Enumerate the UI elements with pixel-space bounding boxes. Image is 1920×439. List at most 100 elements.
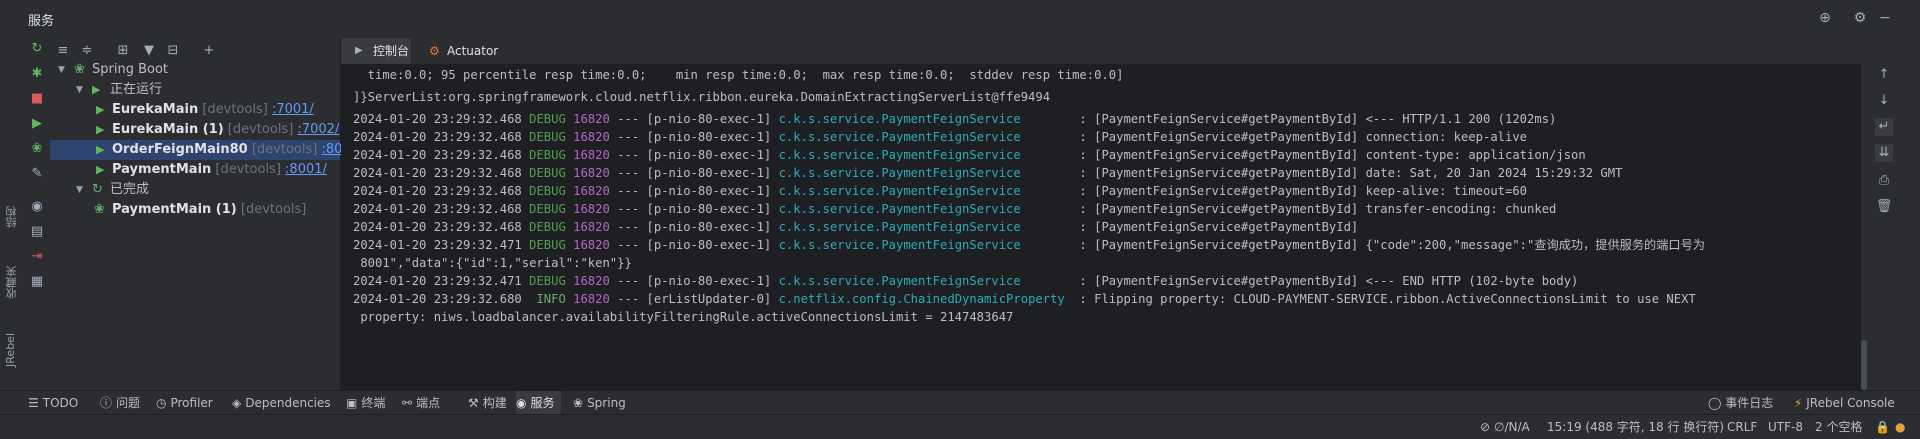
- log-pid: 16820: [565, 202, 610, 216]
- debug-run-icon[interactable]: ❀: [28, 140, 46, 158]
- list-icon: ☰: [28, 396, 39, 410]
- gear-icon[interactable]: ⚙: [1850, 8, 1870, 28]
- bottom-tab-7[interactable]: ⚒ 构建: [468, 391, 513, 415]
- layout-icon[interactable]: ▤: [28, 223, 46, 241]
- stop-icon[interactable]: ■: [28, 90, 46, 108]
- actuator-icon: ⚙: [429, 44, 440, 58]
- group-icon[interactable]: ⊞: [114, 42, 132, 60]
- bottom-tab-1[interactable]: ☰ TODO: [28, 391, 84, 415]
- chevron-down-icon[interactable]: ▼: [76, 80, 83, 100]
- tab-actuator[interactable]: ⚙ Actuator: [423, 38, 503, 64]
- running-icon: ▶: [96, 163, 105, 176]
- tree-node-finished[interactable]: ▼ ↻ 已完成: [50, 180, 340, 200]
- jrebel-console-button[interactable]: ⚡ JRebel Console: [1794, 391, 1895, 415]
- tree-group-label: 已完成: [110, 182, 150, 197]
- status-na[interactable]: ∅/N/A: [1494, 415, 1530, 439]
- tree-item-eurekamain[interactable]: ▶ EurekaMain [devtools] :7001/: [50, 100, 340, 120]
- chevron-down-icon[interactable]: ▼: [76, 180, 83, 200]
- bottom-tab-2[interactable]: ⓘ 问题: [100, 391, 146, 415]
- service-port-link[interactable]: :7002/: [297, 122, 339, 137]
- jrebel-console-label: JRebel Console: [1806, 396, 1895, 410]
- rerun-icon[interactable]: ↻: [28, 40, 46, 58]
- log-message: : [PaymentFeignService#getPaymentById] t…: [1072, 202, 1557, 216]
- tree-node-spring-boot[interactable]: ▼ ❀ Spring Boot: [50, 60, 340, 80]
- tree-item-eurekamain-1[interactable]: ▶ EurekaMain (1) [devtools] :7002/: [50, 120, 340, 140]
- service-port-link[interactable]: :8001/: [285, 162, 327, 177]
- new-tab-icon[interactable]: ⊟: [164, 42, 182, 60]
- wrench-icon[interactable]: ✎: [28, 165, 46, 183]
- log-class: c.k.s.service.PaymentFeignService: [778, 130, 1073, 144]
- log-message: : [PaymentFeignService#getPaymentById] k…: [1072, 184, 1528, 198]
- run-icon: ▶: [92, 83, 101, 96]
- terminal-icon: ▣: [346, 396, 358, 410]
- target-icon[interactable]: ⊕: [1815, 8, 1835, 28]
- tab-console[interactable]: ▶ 控制台: [341, 38, 411, 64]
- tree-item-orderfeignmain80[interactable]: ▶ OrderFeignMain80 [devtools] :80/: [50, 140, 347, 160]
- finished-icon: ↻: [92, 182, 103, 197]
- trash-icon[interactable]: 🗑: [1875, 198, 1893, 216]
- line-separator[interactable]: CRLF: [1727, 415, 1757, 439]
- service-tag: [devtools]: [240, 202, 307, 217]
- log-level: DEBUG: [529, 238, 566, 252]
- run-icon[interactable]: ▶: [28, 115, 46, 133]
- expand-all-icon[interactable]: ≡: [54, 42, 72, 60]
- add-service-icon[interactable]: +: [200, 42, 218, 60]
- tree-item-paymentmain-1[interactable]: ❀ PaymentMain (1) [devtools]: [50, 200, 340, 220]
- log-level: DEBUG: [529, 148, 566, 162]
- tool-window-title-bar: 服务 ⊕ ⚙ −: [0, 0, 1920, 39]
- log-thread: --- [p-nio-80-exec-1]: [609, 274, 779, 288]
- status-bar: ⊘ ∅/N/A 15:19 (488 字符, 18 行 换行符) CRLF UT…: [0, 414, 1920, 439]
- log-class: c.k.s.service.PaymentFeignService: [778, 184, 1073, 198]
- bottom-tab-5[interactable]: ▣ 终端: [346, 391, 391, 415]
- bottom-tab-8[interactable]: ◉ 服务: [516, 391, 561, 415]
- log-level: DEBUG: [529, 202, 566, 216]
- arrow-down-icon[interactable]: ↓: [1875, 92, 1893, 110]
- indent-setting[interactable]: 2 个空格: [1815, 415, 1862, 439]
- tree-group-label: 正在运行: [110, 82, 163, 97]
- tree-item-paymentmain[interactable]: ▶ PaymentMain [devtools] :8001/: [50, 160, 340, 180]
- file-encoding[interactable]: UTF-8: [1768, 415, 1803, 439]
- lock-icon[interactable]: 🔒: [1875, 415, 1890, 439]
- caret-position[interactable]: 15:19 (488 字符, 18 行 换行符): [1547, 415, 1724, 439]
- camera-icon[interactable]: ◉: [28, 198, 46, 216]
- log-level: DEBUG: [529, 112, 566, 126]
- favorites-tab[interactable]: 收藏夹: [4, 266, 20, 299]
- jrebel-tab[interactable]: JRebel: [4, 333, 17, 367]
- print-icon[interactable]: ⎙: [1875, 172, 1893, 190]
- tab-label: 控制台: [373, 44, 410, 58]
- chevron-down-icon[interactable]: ▼: [58, 60, 65, 80]
- service-tag: [devtools]: [227, 122, 294, 137]
- service-tag: [devtools]: [251, 142, 318, 157]
- arrow-up-icon[interactable]: ↑: [1875, 66, 1893, 84]
- console-output[interactable]: time:0.0; 95 percentile resp time:0.0; m…: [341, 64, 1861, 390]
- console-side-toolbar: ↑ ↓ ↵ ⇊ ⎙ 🗑: [1861, 64, 1920, 390]
- minimize-icon[interactable]: −: [1875, 8, 1895, 28]
- log-thread: --- [p-nio-80-exec-1]: [609, 130, 779, 144]
- bottom-tab-4[interactable]: ◈ Dependencies: [232, 391, 337, 415]
- scroll-to-end-icon[interactable]: ⇊: [1875, 144, 1893, 162]
- bottom-tab-6[interactable]: ⚯ 端点: [402, 391, 446, 415]
- bottom-tab-9[interactable]: ❀ Spring: [573, 391, 632, 415]
- log-timestamp: 2024-01-20 23:29:32.471: [353, 238, 530, 252]
- filter-icon[interactable]: ▼: [140, 42, 158, 60]
- grid-icon[interactable]: ▦: [28, 273, 46, 291]
- exit-icon[interactable]: ⇥: [28, 248, 46, 266]
- tree-node-running[interactable]: ▼ ▶ 正在运行: [50, 80, 340, 100]
- event-log-button[interactable]: ◯ 事件日志: [1708, 391, 1773, 415]
- service-port-link[interactable]: :7001/: [272, 102, 314, 117]
- log-pid: 16820: [565, 166, 610, 180]
- soft-wrap-icon[interactable]: ↵: [1875, 118, 1893, 136]
- structure-tab[interactable]: 结构: [4, 206, 20, 228]
- log-pid: 16820: [565, 220, 610, 234]
- log-pid: 16820: [565, 148, 610, 162]
- debug-icon[interactable]: ✱: [28, 65, 46, 83]
- log-thread: --- [erListUpdater-0]: [609, 292, 779, 306]
- bottom-tab-3[interactable]: ◷ Profiler: [156, 391, 219, 415]
- collapse-all-icon[interactable]: ≑: [78, 42, 96, 60]
- services-tree-panel: ≡ ≑ ⊞ ▼ ⊟ + ▼ ❀ Spring Boot ▼ ▶ 正在运行 ▶ E…: [50, 38, 347, 390]
- log-timestamp: 2024-01-20 23:29:32.471: [353, 274, 530, 288]
- bottom-tab-label: Spring: [587, 396, 626, 410]
- service-name: PaymentMain: [112, 162, 212, 177]
- notification-icon[interactable]: ●: [1895, 415, 1905, 439]
- console-scrollbar[interactable]: [1861, 340, 1867, 390]
